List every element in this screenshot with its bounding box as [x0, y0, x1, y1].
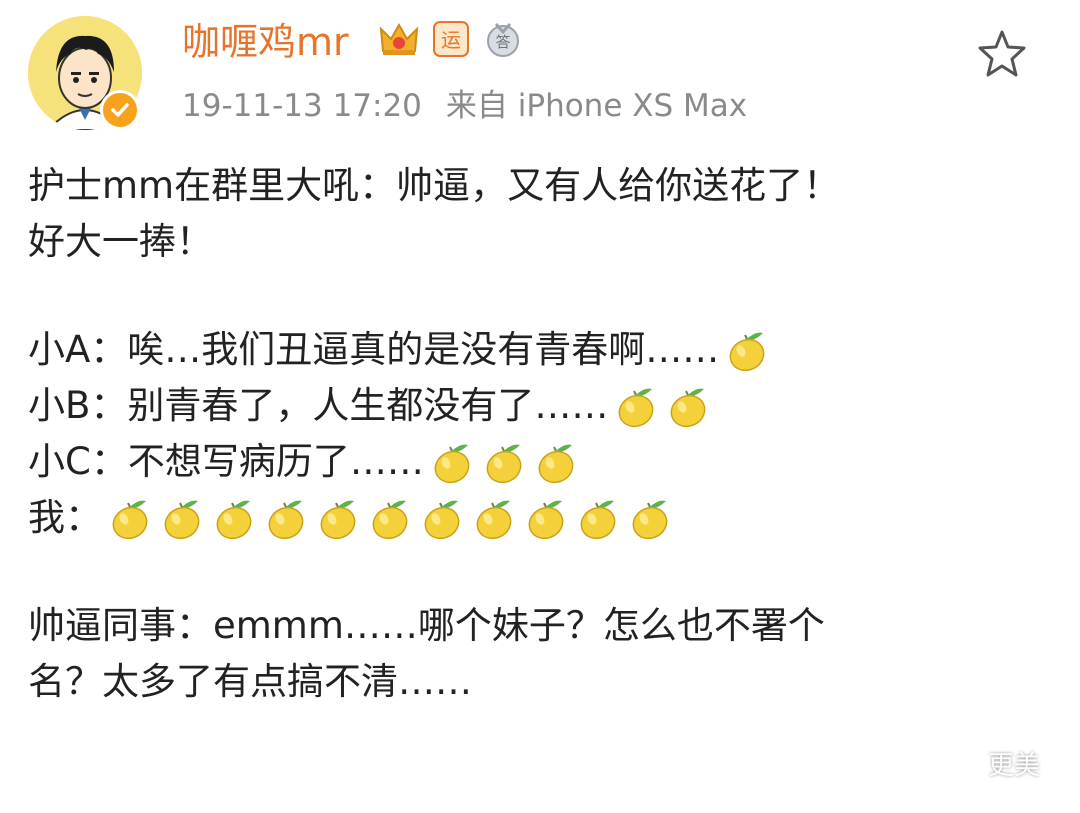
- lemon-emoji-icon: [420, 495, 464, 541]
- post-meta: 19-11-13 17:20 来自 iPhone XS Max: [182, 82, 747, 130]
- lemon-emoji-icon: [108, 495, 152, 541]
- lemon-emoji-group: [614, 383, 710, 429]
- yun-badge-text: 运: [441, 28, 461, 52]
- verified-badge-icon: [100, 90, 140, 130]
- post-source[interactable]: 来自 iPhone XS Max: [446, 88, 747, 124]
- yun-badge-icon[interactable]: 运: [430, 18, 472, 60]
- post-line-text: 名？太多了有点搞不清……: [28, 660, 472, 703]
- crown-icon[interactable]: [378, 18, 420, 60]
- lemon-emoji-group: [725, 327, 769, 373]
- lemon-emoji-icon: [482, 439, 526, 485]
- lemon-emoji-icon: [725, 327, 769, 373]
- lemon-emoji-icon: [666, 383, 710, 429]
- lemon-emoji-icon: [628, 495, 672, 541]
- post-line-text: 小C：不想写病历了……: [28, 440, 424, 483]
- lemon-emoji-icon: [316, 495, 360, 541]
- watermark-text: 更美: [988, 751, 1041, 781]
- watermark: 更美: [946, 745, 1040, 782]
- post-line-text: 小B：别青春了，人生都没有了……: [28, 384, 609, 427]
- lemon-emoji-icon: [472, 495, 516, 541]
- post-line: 名？太多了有点搞不清……: [28, 654, 840, 710]
- post-line: 小B：别青春了，人生都没有了……: [28, 378, 840, 434]
- lemon-emoji-icon: [264, 495, 308, 541]
- post-line: 小A：唉…我们丑逼真的是没有青春啊……: [28, 322, 840, 378]
- post-line-text: 护士mm在群里大吼：帅逼，又有人给你送花了！: [28, 164, 841, 207]
- post-timestamp: 19-11-13 17:20: [182, 88, 422, 124]
- post-line: 小C：不想写病历了……: [28, 434, 840, 490]
- username[interactable]: 咖喱鸡mr: [182, 16, 349, 68]
- post-line: 帅逼同事：emmm……哪个妹子？怎么也不署个: [28, 598, 840, 654]
- user-badges: 运 答: [378, 18, 524, 60]
- post-line: 我：: [28, 490, 840, 546]
- lemon-emoji-icon: [576, 495, 620, 541]
- post-line-text: 我：: [28, 496, 102, 539]
- post-line-text: 小A：唉…我们丑逼真的是没有青春啊……: [28, 328, 720, 371]
- favorite-star-icon[interactable]: [974, 26, 1030, 82]
- lemon-emoji-icon: [160, 495, 204, 541]
- medal-icon[interactable]: 答: [482, 18, 524, 60]
- lemon-emoji-icon: [430, 439, 474, 485]
- lemon-emoji-icon: [534, 439, 578, 485]
- post-body: 护士mm在群里大吼：帅逼，又有人给你送花了！ 好大一捧！ 小A：唉…我们丑逼真的是没…: [28, 158, 840, 710]
- lemon-emoji-icon: [212, 495, 256, 541]
- wechat-icon: [946, 750, 982, 776]
- lemon-emoji-group: [108, 495, 672, 541]
- post-line-text: 帅逼同事：emmm……哪个妹子？怎么也不署个: [28, 604, 825, 647]
- lemon-emoji-group: [430, 439, 578, 485]
- lemon-emoji-icon: [614, 383, 658, 429]
- post-line: 护士mm在群里大吼：帅逼，又有人给你送花了！: [28, 158, 840, 214]
- lemon-emoji-icon: [524, 495, 568, 541]
- medal-badge-text: 答: [495, 33, 510, 51]
- post-line: 好大一捧！: [28, 214, 840, 270]
- lemon-emoji-icon: [368, 495, 412, 541]
- post-line-text: 好大一捧！: [28, 220, 213, 263]
